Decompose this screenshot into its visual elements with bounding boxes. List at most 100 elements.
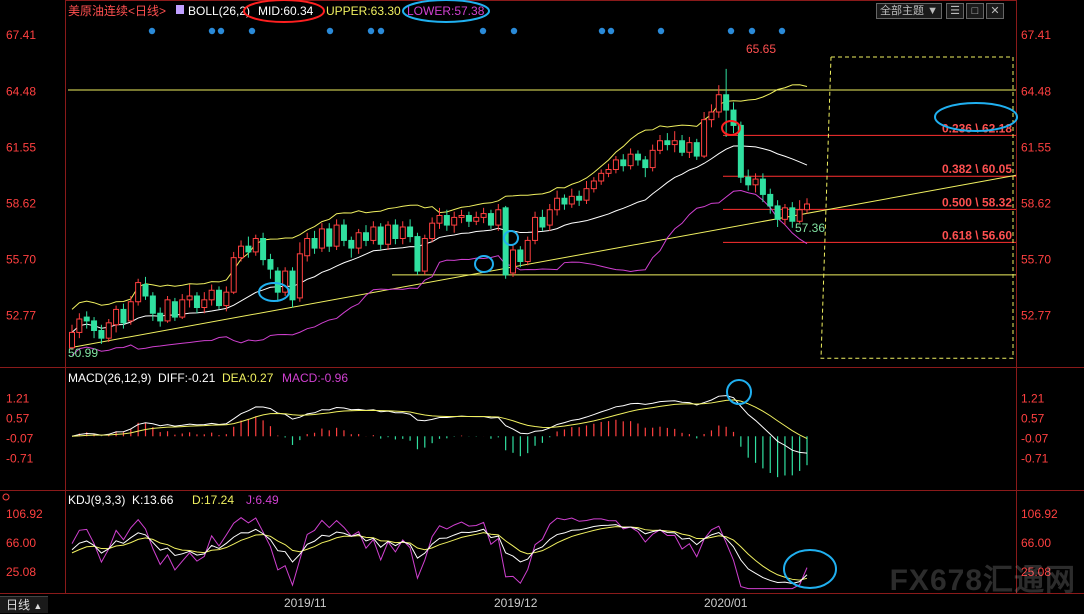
close-button[interactable]: ✕ [986, 3, 1004, 19]
period-tab-label: 日线 [6, 598, 31, 612]
candle-body [340, 224, 347, 241]
signal-dot [510, 27, 518, 35]
candle-body [318, 228, 325, 249]
settings-dot-icon[interactable] [2, 493, 10, 501]
candle-body [385, 224, 392, 245]
signal-dot [208, 27, 216, 35]
kdj-axis-left-label: 25.08 [6, 565, 36, 579]
price-axis-left-label: 64.48 [6, 84, 36, 98]
candle-body [105, 322, 112, 339]
macd-axis-right-label: -0.71 [1021, 451, 1049, 465]
date-label-nov: 2019/11 [284, 596, 327, 610]
macd-label: MACD(26,12,9) [68, 371, 151, 385]
fib-level-label: 0.618 \ 56.60 [942, 228, 1012, 242]
candle-body [238, 245, 245, 259]
candle-body [135, 282, 142, 303]
candle-body [245, 245, 252, 253]
candle-body [789, 207, 796, 222]
candle-body [759, 178, 766, 195]
macd-axis-left-label: -0.07 [6, 431, 34, 445]
candle-body [363, 232, 369, 241]
candle-body [495, 209, 502, 226]
candle-body [208, 289, 215, 301]
candle-body [693, 142, 700, 157]
candle-body [590, 180, 597, 190]
candle-body [627, 153, 634, 167]
signal-dot [326, 27, 334, 35]
candle-body [561, 197, 568, 205]
candle-body [745, 176, 752, 186]
candle-body [510, 249, 516, 274]
candle-body [120, 308, 127, 324]
candle-body [546, 209, 553, 226]
boll-upper-label: UPPER:63.30 [326, 4, 401, 18]
candle-body [149, 295, 156, 314]
candle-body [164, 299, 171, 322]
macd-axis-right-label: 1.21 [1021, 392, 1045, 406]
candle-body [804, 203, 810, 211]
candle-body [671, 140, 678, 146]
boll-label: BOLL(26,2) [188, 4, 250, 18]
kdj-axis-left-label: 66.00 [6, 536, 36, 550]
signal-dot [778, 27, 786, 35]
signal-dot [607, 27, 615, 35]
candle-body [429, 222, 436, 240]
candle-body [554, 197, 561, 211]
candle-body [186, 295, 193, 301]
price-axis-left-label: 58.62 [6, 197, 36, 211]
candle-body [355, 232, 362, 249]
candle-body [451, 216, 458, 226]
candle-body [260, 238, 267, 261]
candle-body [157, 312, 164, 322]
theme-selector[interactable]: 全部主题 ▼ [876, 3, 942, 19]
recent-low-annotation: 57.36 [795, 221, 825, 235]
high-annotation: 65.65 [746, 42, 776, 56]
macd-header: MACD(26,12,9) DIFF:-0.21 DEA:0.27 MACD:-… [68, 371, 348, 385]
kdj-k-line [71, 524, 808, 585]
macd-panel: 1.21 1.21 0.57 0.57 -0.07 -0.07 -0.71 -0.71 [6, 379, 1049, 478]
price-axis-left-label: 55.70 [6, 253, 36, 267]
candle-body [524, 239, 531, 263]
candle-body [370, 226, 377, 241]
candle-body [458, 215, 465, 218]
boll-mid-label: MID:60.34 [258, 4, 314, 18]
candle-body [252, 238, 259, 253]
candle-body [421, 238, 428, 272]
price-axis-right-label: 52.77 [1021, 309, 1051, 323]
kdj-d-label: D:17.24 [192, 493, 234, 507]
candle-body [539, 216, 546, 228]
candle-body [282, 270, 289, 293]
candle-body [348, 239, 355, 249]
theme-selector-label: 全部主题 [880, 5, 925, 17]
candle-body [407, 226, 414, 238]
fib-level-label: 0.500 \ 58.32 [942, 195, 1012, 209]
signal-dot [657, 27, 665, 35]
candle-body [142, 284, 149, 297]
chevron-up-icon: ▲ [33, 601, 43, 611]
candle-body [723, 94, 730, 111]
candle-body [576, 195, 583, 201]
date-label-jan: 2020/01 [704, 596, 748, 610]
candle-body [98, 330, 105, 339]
candle-body [517, 249, 524, 262]
candle-body [598, 172, 605, 182]
candle-body [377, 226, 384, 245]
maximize-button[interactable]: □ [966, 3, 984, 19]
candle-body [701, 119, 708, 157]
macd-dif-label: DIFF:-0.21 [158, 371, 216, 385]
candle-body [267, 259, 274, 270]
candle-body [223, 291, 230, 307]
macd-value-label: MACD:-0.96 [282, 371, 348, 385]
candle-body [605, 169, 612, 174]
candle-body [715, 94, 722, 113]
kdj-j-label: J:6.49 [246, 493, 279, 507]
candle-body [296, 253, 303, 299]
period-tab[interactable]: 日线 ▲ [0, 596, 49, 613]
watermark: FX678汇通网 [889, 564, 1076, 597]
candle-body [583, 188, 590, 201]
menu-button[interactable]: ☰ [946, 3, 964, 19]
signal-dot [248, 27, 256, 35]
macd-axis-left-label: 1.21 [6, 392, 30, 406]
fib-level-label: 0.382 \ 60.05 [942, 162, 1012, 176]
candle-body [311, 238, 318, 249]
